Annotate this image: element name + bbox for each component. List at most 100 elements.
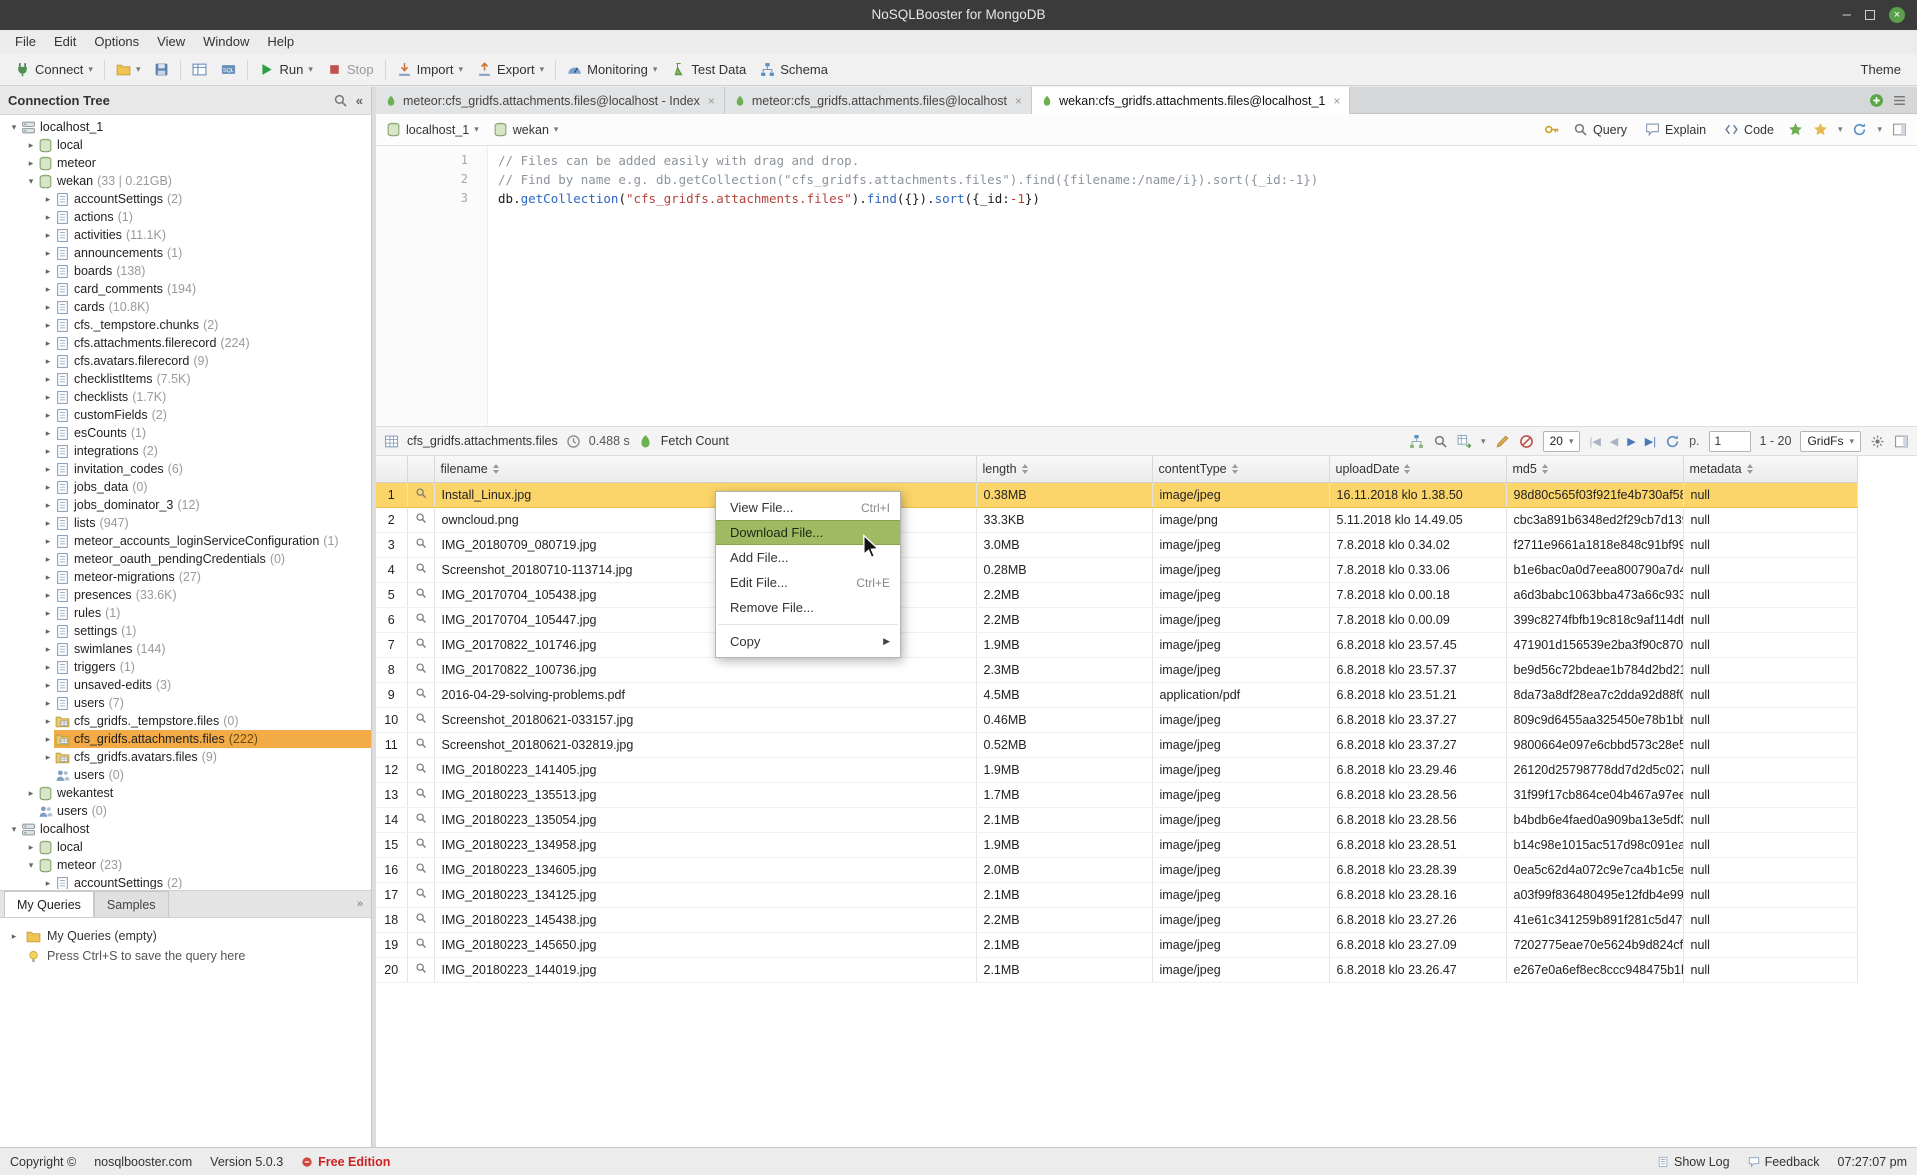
view-document-icon[interactable] bbox=[415, 812, 427, 824]
tree-item-users[interactable]: users(0) bbox=[0, 766, 371, 784]
row-view-cell[interactable] bbox=[407, 582, 434, 607]
table-row[interactable]: 20IMG_20180223_144019.jpg2.1MBimage/jpeg… bbox=[376, 957, 1857, 982]
column-header-md5[interactable]: md5 bbox=[1506, 456, 1683, 482]
column-header-length[interactable]: length bbox=[976, 456, 1152, 482]
table-row[interactable]: 15IMG_20180223_134958.jpg1.9MBimage/jpeg… bbox=[376, 832, 1857, 857]
view-document-icon[interactable] bbox=[415, 587, 427, 599]
row-view-cell[interactable] bbox=[407, 707, 434, 732]
expander-icon[interactable]: ▸ bbox=[42, 698, 54, 709]
row-view-cell[interactable] bbox=[407, 682, 434, 707]
table-row[interactable]: 5IMG_20170704_105438.jpg2.2MBimage/jpeg7… bbox=[376, 582, 1857, 607]
row-view-cell[interactable] bbox=[407, 882, 434, 907]
tree-item-triggers[interactable]: ▸triggers(1) bbox=[0, 658, 371, 676]
row-view-cell[interactable] bbox=[407, 832, 434, 857]
expander-icon[interactable]: ▸ bbox=[42, 644, 54, 655]
expander-icon[interactable]: ▸ bbox=[42, 536, 54, 547]
view-document-icon[interactable] bbox=[415, 537, 427, 549]
row-view-cell[interactable] bbox=[407, 932, 434, 957]
expander-icon[interactable]: ▸ bbox=[42, 734, 54, 745]
row-view-cell[interactable] bbox=[407, 782, 434, 807]
ctx-remove-file[interactable]: Remove File... bbox=[716, 595, 900, 620]
view-document-icon[interactable] bbox=[415, 887, 427, 899]
expander-icon[interactable]: ▸ bbox=[42, 284, 54, 295]
row-view-cell[interactable] bbox=[407, 857, 434, 882]
table-row[interactable]: 14IMG_20180223_135054.jpg2.1MBimage/jpeg… bbox=[376, 807, 1857, 832]
view-document-icon[interactable] bbox=[415, 662, 427, 674]
expander-icon[interactable]: ▸ bbox=[42, 752, 54, 763]
monitoring-button[interactable]: Monitoring▾ bbox=[560, 57, 664, 83]
expander-icon[interactable]: ▸ bbox=[42, 716, 54, 727]
view-document-icon[interactable] bbox=[415, 712, 427, 724]
table-row[interactable]: 8IMG_20170822_100736.jpg2.3MBimage/jpeg6… bbox=[376, 657, 1857, 682]
table-row[interactable]: 3IMG_20180709_080719.jpg3.0MBimage/jpeg7… bbox=[376, 532, 1857, 557]
expander-icon[interactable]: ▸ bbox=[42, 464, 54, 475]
view-document-icon[interactable] bbox=[415, 612, 427, 624]
run-button[interactable]: Run▾ bbox=[252, 57, 319, 83]
add-favorite-star-icon[interactable] bbox=[1788, 122, 1803, 137]
view-document-icon[interactable] bbox=[415, 637, 427, 649]
view-document-icon[interactable] bbox=[415, 862, 427, 874]
sort-icon[interactable] bbox=[1542, 464, 1548, 474]
tree-item-localhost[interactable]: ▾localhost bbox=[0, 820, 371, 838]
editor-code[interactable]: // Files can be added easily with drag a… bbox=[498, 146, 1917, 426]
view-document-icon[interactable] bbox=[415, 962, 427, 974]
collapse-sidebar-icon[interactable]: « bbox=[356, 93, 363, 108]
tree-item-customfields[interactable]: ▸customFields(2) bbox=[0, 406, 371, 424]
tree-item-jobs-data[interactable]: ▸jobs_data(0) bbox=[0, 478, 371, 496]
code-button[interactable]: Code bbox=[1720, 122, 1778, 137]
expander-icon[interactable]: ▸ bbox=[42, 230, 54, 241]
open-recent-button[interactable]: ▾ bbox=[109, 57, 148, 83]
fetch-count-button[interactable]: Fetch Count bbox=[661, 434, 729, 448]
expander-icon[interactable]: ▸ bbox=[42, 554, 54, 565]
close-button[interactable]: × bbox=[1889, 7, 1905, 23]
ctx-edit-file[interactable]: Edit File...Ctrl+E bbox=[716, 570, 900, 595]
table-row[interactable]: 12IMG_20180223_141405.jpg1.9MBimage/jpeg… bbox=[376, 757, 1857, 782]
expander-icon[interactable]: ▸ bbox=[42, 320, 54, 331]
menu-window[interactable]: Window bbox=[194, 30, 258, 54]
ctx-view-file[interactable]: View File...Ctrl+I bbox=[716, 495, 900, 520]
refresh-icon[interactable] bbox=[1852, 122, 1867, 137]
sql-query-button[interactable]: SQL bbox=[214, 57, 243, 83]
queries-tab-samples[interactable]: Samples bbox=[94, 891, 169, 917]
row-view-cell[interactable] bbox=[407, 907, 434, 932]
expander-icon[interactable]: ▸ bbox=[25, 140, 37, 151]
expander-icon[interactable]: ▸ bbox=[42, 446, 54, 457]
expander-icon[interactable]: ▾ bbox=[8, 122, 20, 133]
expander-icon[interactable]: ▸ bbox=[42, 356, 54, 367]
tree-item-jobs-dominator-3[interactable]: ▸jobs_dominator_3(12) bbox=[0, 496, 371, 514]
tree-item-integrations[interactable]: ▸integrations(2) bbox=[0, 442, 371, 460]
tree-item-accountsettings[interactable]: ▸accountSettings(2) bbox=[0, 190, 371, 208]
save-button[interactable] bbox=[147, 57, 176, 83]
tree-item-unsaved-edits[interactable]: ▸unsaved-edits(3) bbox=[0, 676, 371, 694]
table-row[interactable]: 13IMG_20180223_135513.jpg1.7MBimage/jpeg… bbox=[376, 782, 1857, 807]
menu-help[interactable]: Help bbox=[258, 30, 303, 54]
table-row[interactable]: 1Install_Linux.jpg0.38MBimage/jpeg16.11.… bbox=[376, 482, 1857, 507]
stop-button[interactable]: Stop bbox=[320, 57, 381, 83]
menu-view[interactable]: View bbox=[148, 30, 194, 54]
tree-item-checklists[interactable]: ▸checklists(1.7K) bbox=[0, 388, 371, 406]
expander-icon[interactable]: ▸ bbox=[42, 500, 54, 511]
tab-list-icon[interactable] bbox=[1892, 93, 1907, 108]
column-header-metadata[interactable]: metadata bbox=[1683, 456, 1857, 482]
close-tab-icon[interactable]: × bbox=[1333, 94, 1340, 108]
view-document-icon[interactable] bbox=[415, 562, 427, 574]
tree-item-settings[interactable]: ▸settings(1) bbox=[0, 622, 371, 640]
tree-item-meteor-oauth-pendingcredentials[interactable]: ▸meteor_oauth_pendingCredentials(0) bbox=[0, 550, 371, 568]
table-row[interactable]: 6IMG_20170704_105447.jpg2.2MBimage/jpeg7… bbox=[376, 607, 1857, 632]
tree-item-presences[interactable]: ▸presences(33.6K) bbox=[0, 586, 371, 604]
chevron-down-icon[interactable]: ▾ bbox=[1838, 124, 1843, 135]
tree-item-cards[interactable]: ▸cards(10.8K) bbox=[0, 298, 371, 316]
readonly-icon[interactable] bbox=[1519, 434, 1534, 449]
sort-icon[interactable] bbox=[1747, 464, 1753, 474]
page-input[interactable]: 1 bbox=[1709, 431, 1751, 452]
tree-item-cfs-gridfs-attachments-files[interactable]: ▸cfs_gridfs.attachments.files(222) bbox=[0, 730, 371, 748]
view-document-icon[interactable] bbox=[415, 937, 427, 949]
export-button[interactable]: Export▾ bbox=[470, 57, 551, 83]
explain-button[interactable]: Explain bbox=[1641, 122, 1710, 137]
chevron-down-icon[interactable]: ▾ bbox=[1481, 436, 1486, 447]
export-table-icon[interactable] bbox=[1457, 434, 1472, 449]
tree-item-cfs-avatars-filerecord[interactable]: ▸cfs.avatars.filerecord(9) bbox=[0, 352, 371, 370]
tree-item-accountsettings[interactable]: ▸accountSettings(2) bbox=[0, 874, 371, 889]
tree-item-meteor-migrations[interactable]: ▸meteor-migrations(27) bbox=[0, 568, 371, 586]
ctx-copy[interactable]: Copy▶ bbox=[716, 629, 900, 654]
